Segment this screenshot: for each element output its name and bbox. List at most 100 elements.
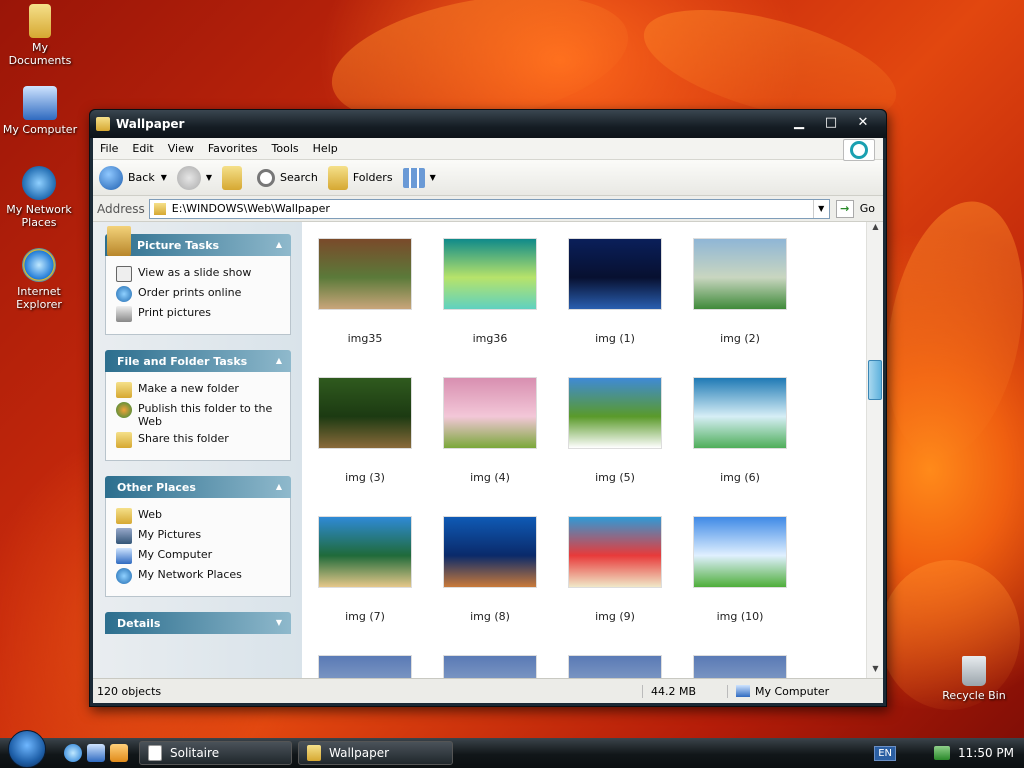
- desktop-icon-my-computer[interactable]: My Computer: [0, 86, 80, 136]
- views-button[interactable]: ▼: [402, 167, 436, 188]
- desktop-icon-my-network-places[interactable]: My Network Places: [0, 166, 78, 229]
- internet-explorer-icon[interactable]: [64, 744, 82, 762]
- thumbnail-item[interactable]: img (1): [568, 238, 662, 345]
- scroll-down-icon[interactable]: ▼: [867, 664, 883, 678]
- chevron-down-icon[interactable]: ▼: [161, 173, 167, 182]
- collapse-icon[interactable]: ▲: [273, 481, 285, 493]
- task-share-folder[interactable]: Share this folder: [116, 432, 290, 448]
- security-icon[interactable]: [934, 746, 950, 760]
- task-make-folder[interactable]: Make a new folder: [116, 382, 290, 398]
- picture-tasks-header[interactable]: Picture Tasks ▲: [105, 226, 291, 256]
- file-folder-tasks-header[interactable]: File and Folder Tasks ▲: [105, 350, 291, 372]
- clock[interactable]: 11:50 PM: [958, 746, 1014, 760]
- thumbnail-item[interactable]: img (10): [693, 516, 787, 623]
- go-button[interactable]: → Go: [835, 199, 875, 218]
- thumbnail-item[interactable]: [693, 655, 787, 678]
- taskbar: Solitaire Wallpaper EN 11:50 PM: [0, 730, 1024, 768]
- thumbnail-item[interactable]: img35: [318, 238, 412, 345]
- new-folder-icon: [116, 382, 132, 398]
- picture-folder-icon: [107, 226, 131, 256]
- share-folder-icon: [116, 432, 132, 448]
- language-indicator[interactable]: EN: [874, 745, 896, 761]
- close-button[interactable]: ✕: [848, 115, 878, 133]
- task-label: Web: [138, 508, 162, 521]
- folders-button[interactable]: Folders: [327, 165, 393, 190]
- menu-tools[interactable]: Tools: [265, 142, 306, 155]
- place-my-network-places[interactable]: My Network Places: [116, 568, 290, 584]
- up-folder-icon: [222, 165, 243, 190]
- other-places-header[interactable]: Other Places ▲: [105, 476, 291, 498]
- task-label: My Computer: [138, 548, 213, 561]
- thumbnail-item[interactable]: img (2): [693, 238, 787, 345]
- thumbnail-item[interactable]: img36: [443, 238, 537, 345]
- scroll-up-icon[interactable]: ▲: [867, 222, 883, 236]
- menu-help[interactable]: Help: [306, 142, 345, 155]
- task-publish-web[interactable]: Publish this folder to the Web: [116, 402, 290, 428]
- thumbnail-item[interactable]: img (8): [443, 516, 537, 623]
- place-my-computer[interactable]: My Computer: [116, 548, 290, 564]
- chevron-down-icon[interactable]: ▼: [206, 173, 212, 182]
- search-button[interactable]: Search: [257, 168, 318, 187]
- thumbnail-view[interactable]: ▲ ▼ img35 img36 img (1) img (2) img (3) img (…: [302, 222, 883, 678]
- panel-title: File and Folder Tasks: [117, 354, 248, 368]
- maximize-button[interactable]: □: [816, 115, 846, 133]
- file-folder-tasks-panel: File and Folder Tasks ▲ Make a new folde…: [105, 350, 291, 461]
- taskbar-button-solitaire[interactable]: Solitaire: [139, 741, 292, 765]
- details-header[interactable]: Details ▼: [105, 612, 291, 634]
- menu-file[interactable]: File: [93, 142, 125, 155]
- up-folder-button[interactable]: [222, 165, 247, 190]
- chevron-down-icon[interactable]: ▼: [430, 173, 436, 182]
- back-button[interactable]: Back ▼: [99, 165, 167, 190]
- thumbnail-item[interactable]: [318, 655, 412, 678]
- thumbnail-item[interactable]: [568, 655, 662, 678]
- forward-button[interactable]: ▼: [176, 165, 212, 190]
- explorer-window[interactable]: Wallpaper ▁ □ ✕ File Edit View Favorites…: [89, 109, 887, 707]
- task-order-prints[interactable]: Order prints online: [116, 286, 290, 302]
- explorer-body: Picture Tasks ▲ View as a slide show Ord…: [93, 222, 883, 678]
- folder-icon: [153, 202, 166, 215]
- desktop-icon-recycle-bin[interactable]: Recycle Bin: [934, 656, 1014, 702]
- thumbnail-item[interactable]: img (7): [318, 516, 412, 623]
- taskbar-button-wallpaper[interactable]: Wallpaper: [298, 741, 453, 765]
- place-my-pictures[interactable]: My Pictures: [116, 528, 290, 544]
- thumbnail-item[interactable]: [443, 655, 537, 678]
- chevron-down-icon[interactable]: ▼: [812, 199, 829, 218]
- task-pane: Picture Tasks ▲ View as a slide show Ord…: [93, 222, 302, 678]
- desktop-icon-label: My Computer: [2, 123, 78, 136]
- place-web[interactable]: Web: [116, 508, 290, 524]
- vertical-scrollbar[interactable]: ▲ ▼: [866, 222, 883, 678]
- title-bar[interactable]: Wallpaper ▁ □ ✕: [90, 110, 886, 138]
- desktop-icon-internet-explorer[interactable]: Internet Explorer: [0, 248, 78, 311]
- desktop-icon-my-documents[interactable]: My Documents: [0, 4, 80, 67]
- minimize-button[interactable]: ▁: [784, 115, 814, 133]
- thumbnail-image: [318, 238, 412, 310]
- folder-icon: [307, 745, 321, 761]
- collapse-icon[interactable]: ▲: [273, 355, 285, 367]
- thumbnail-item[interactable]: img (6): [693, 377, 787, 484]
- folders-icon: [327, 165, 348, 190]
- thumbnail-label: img36: [472, 332, 508, 345]
- media-player-icon[interactable]: [110, 744, 128, 762]
- menu-view[interactable]: View: [161, 142, 201, 155]
- status-size: 44.2 MB: [643, 684, 728, 698]
- collapse-icon[interactable]: ▲: [273, 239, 285, 251]
- thumbnail-label: img (2): [720, 332, 760, 345]
- task-label: Share this folder: [138, 432, 229, 445]
- thumbnail-item[interactable]: img (3): [318, 377, 412, 484]
- menu-favorites[interactable]: Favorites: [201, 142, 265, 155]
- show-desktop-icon[interactable]: [87, 744, 105, 762]
- address-input[interactable]: E:\WINDOWS\Web\Wallpaper ▼: [148, 198, 830, 219]
- thumbnail-item[interactable]: img (9): [568, 516, 662, 623]
- thumbnail-item[interactable]: img (4): [443, 377, 537, 484]
- system-tray: EN 11:50 PM: [864, 738, 1024, 768]
- back-arrow-icon: [99, 165, 123, 190]
- thumbnail-image: [568, 655, 662, 678]
- back-label: Back: [128, 171, 155, 184]
- scrollbar-thumb[interactable]: [868, 360, 882, 400]
- task-view-slideshow[interactable]: View as a slide show: [116, 266, 290, 282]
- menu-edit[interactable]: Edit: [125, 142, 160, 155]
- expand-icon[interactable]: ▼: [273, 617, 285, 629]
- thumbnail-item[interactable]: img (5): [568, 377, 662, 484]
- task-print-pictures[interactable]: Print pictures: [116, 306, 290, 322]
- start-button[interactable]: [8, 730, 46, 768]
